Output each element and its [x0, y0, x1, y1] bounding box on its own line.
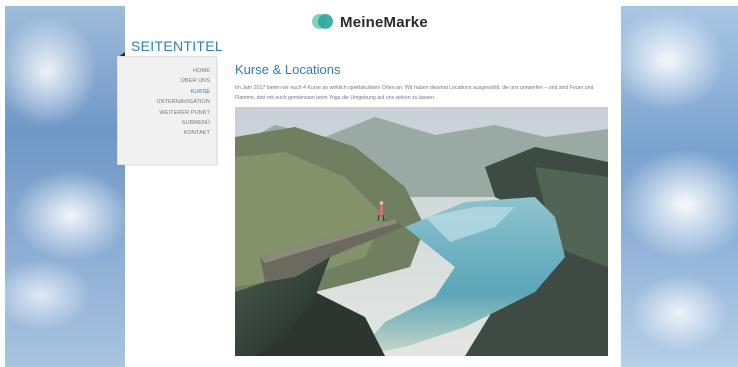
intro-line-1: Im Jahr 2017 bieten wir euch 4 Kurse an … — [235, 85, 594, 91]
nav-item-home[interactable]: HOME — [118, 66, 210, 76]
nav-item-kontakt[interactable]: KONTAKT — [118, 128, 210, 138]
side-navigation: HOME ÜBER UNS KURSE UNTERNAVIGATION WEIT… — [117, 56, 217, 165]
brand-name: MeineMarke — [340, 13, 428, 31]
brand-logo-link[interactable]: MeineMarke — [312, 12, 428, 32]
nav-item-kurse[interactable]: KURSE — [118, 87, 210, 97]
background-sky-right — [621, 6, 738, 367]
content-heading: Kurse & Locations — [235, 62, 341, 77]
nav-item-unternavigation[interactable]: UNTERNAVIGATION — [118, 97, 210, 107]
nav-item-ueber-uns[interactable]: ÜBER UNS — [118, 76, 210, 86]
brand-logo-icon — [312, 13, 334, 31]
nav-item-submenue[interactable]: SUBMENÜ — [118, 118, 210, 128]
hero-photo-fjord — [235, 107, 608, 356]
intro-line-2: Flamme, dort mit euch gemeinsam beim Yog… — [235, 95, 436, 101]
page-title: SEITENTITEL — [131, 38, 223, 54]
nav-item-weiterer-punkt[interactable]: WEITERER PUNKT — [118, 108, 210, 118]
content-intro-text: Im Jahr 2017 bieten wir euch 4 Kurse an … — [235, 83, 610, 103]
background-sky-left — [5, 6, 125, 367]
